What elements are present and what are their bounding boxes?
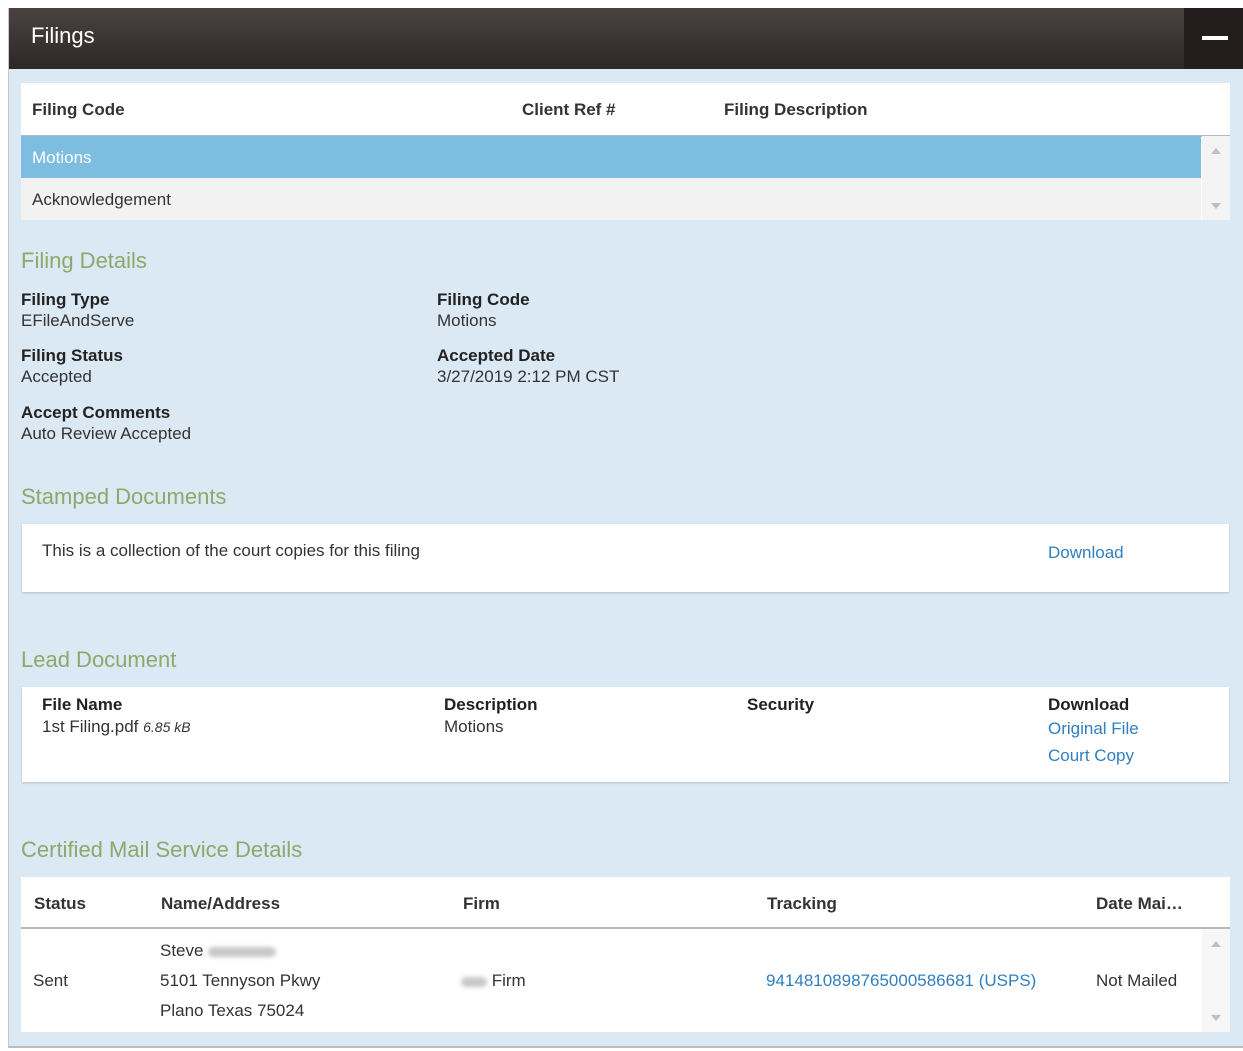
original-file-link[interactable]: Original File xyxy=(1048,719,1139,739)
filing-type-label: Filing Type xyxy=(21,290,110,309)
mail-status: Sent xyxy=(33,971,68,990)
accepted-date-value: 3/27/2019 2:12 PM CST xyxy=(437,367,620,386)
column-header-status[interactable]: Status xyxy=(34,894,86,914)
stamped-download-link[interactable]: Download xyxy=(1048,543,1124,563)
court-copy-link[interactable]: Court Copy xyxy=(1048,746,1134,766)
download-label: Download xyxy=(1048,695,1130,714)
security-label: Security xyxy=(747,695,815,714)
certified-mail-scrollbar[interactable] xyxy=(1202,929,1230,1032)
scroll-up-icon[interactable] xyxy=(1211,941,1221,947)
minus-icon xyxy=(1202,36,1228,40)
filing-row-acknowledgement[interactable]: Acknowledgement xyxy=(21,178,1201,220)
file-name-value: 1st Filing.pdf 6.85 kB xyxy=(42,717,191,737)
filings-panel: Filings Filing Code Client Ref # Filing … xyxy=(8,8,1243,1048)
description-label: Description xyxy=(444,695,538,714)
file-size: 6.85 kB xyxy=(143,719,191,735)
column-header-client-ref[interactable]: Client Ref # xyxy=(522,100,616,120)
filing-row-label: Motions xyxy=(32,148,92,167)
scroll-up-icon[interactable] xyxy=(1211,148,1221,154)
filings-grid-header: Filing Code Client Ref # Filing Descript… xyxy=(21,83,1230,137)
filing-row-label: Acknowledgement xyxy=(32,190,171,209)
scroll-down-icon[interactable] xyxy=(1211,1015,1221,1021)
recipient-firm: Firm xyxy=(461,971,526,991)
tracking-link[interactable]: 9414810898765000586681 (USPS) xyxy=(766,971,1036,991)
panel-title: Filings xyxy=(31,23,95,48)
column-header-name-address[interactable]: Name/Address xyxy=(161,894,280,914)
certified-mail-grid-header: Status Name/Address Firm Tracking Date M… xyxy=(21,877,1230,929)
certified-mail-heading: Certified Mail Service Details xyxy=(21,837,303,862)
lead-document-box: File Name 1st Filing.pdf 6.85 kB Descrip… xyxy=(22,687,1229,782)
recipient-name: Steve xyxy=(160,941,277,961)
certified-mail-grid: Status Name/Address Firm Tracking Date M… xyxy=(21,877,1230,1032)
filing-type-value: EFileAndServe xyxy=(21,311,135,330)
column-header-tracking[interactable]: Tracking xyxy=(767,894,837,914)
description-value: Motions xyxy=(444,717,504,736)
date-mailed-value: Not Mailed xyxy=(1096,971,1178,990)
scroll-down-icon[interactable] xyxy=(1211,203,1221,209)
filings-grid: Filing Code Client Ref # Filing Descript… xyxy=(21,83,1230,220)
table-row[interactable]: Sent Steve 5101 Tennyson Pkwy Plano Texa… xyxy=(21,929,1201,1032)
filing-status-value: Accepted xyxy=(21,367,92,386)
redacted-surname xyxy=(208,946,277,957)
column-header-filing-code[interactable]: Filing Code xyxy=(32,100,125,120)
filing-code-label: Filing Code xyxy=(437,290,530,309)
stamped-documents-box: This is a collection of the court copies… xyxy=(22,524,1229,592)
filings-grid-scrollbar[interactable] xyxy=(1202,136,1230,220)
filing-code-value: Motions xyxy=(437,311,497,330)
filing-details-heading: Filing Details xyxy=(21,248,147,273)
accept-comments-label: Accept Comments xyxy=(21,403,171,422)
redacted-firm-name xyxy=(461,976,487,987)
column-header-filing-description[interactable]: Filing Description xyxy=(724,100,868,120)
filing-row-motions[interactable]: Motions xyxy=(21,136,1201,178)
accepted-date-label: Accepted Date xyxy=(437,346,556,365)
panel-header: Filings xyxy=(9,8,1243,69)
collapse-button[interactable] xyxy=(1184,8,1243,69)
recipient-first-name: Steve xyxy=(160,941,204,960)
recipient-address-line1: 5101 Tennyson Pkwy xyxy=(160,971,321,990)
recipient-address-line2: Plano Texas 75024 xyxy=(160,1001,305,1020)
column-header-firm[interactable]: Firm xyxy=(463,894,500,914)
accept-comments-value: Auto Review Accepted xyxy=(21,424,192,443)
firm-label: Firm xyxy=(491,971,526,990)
stamped-documents-heading: Stamped Documents xyxy=(21,484,227,509)
lead-document-heading: Lead Document xyxy=(21,647,177,672)
file-name-label: File Name xyxy=(42,695,123,714)
stamped-documents-description: This is a collection of the court copies… xyxy=(42,541,420,560)
file-name: 1st Filing.pdf xyxy=(42,717,139,736)
column-header-date-mailed[interactable]: Date Mai… xyxy=(1096,894,1183,914)
filing-status-label: Filing Status xyxy=(21,346,123,365)
